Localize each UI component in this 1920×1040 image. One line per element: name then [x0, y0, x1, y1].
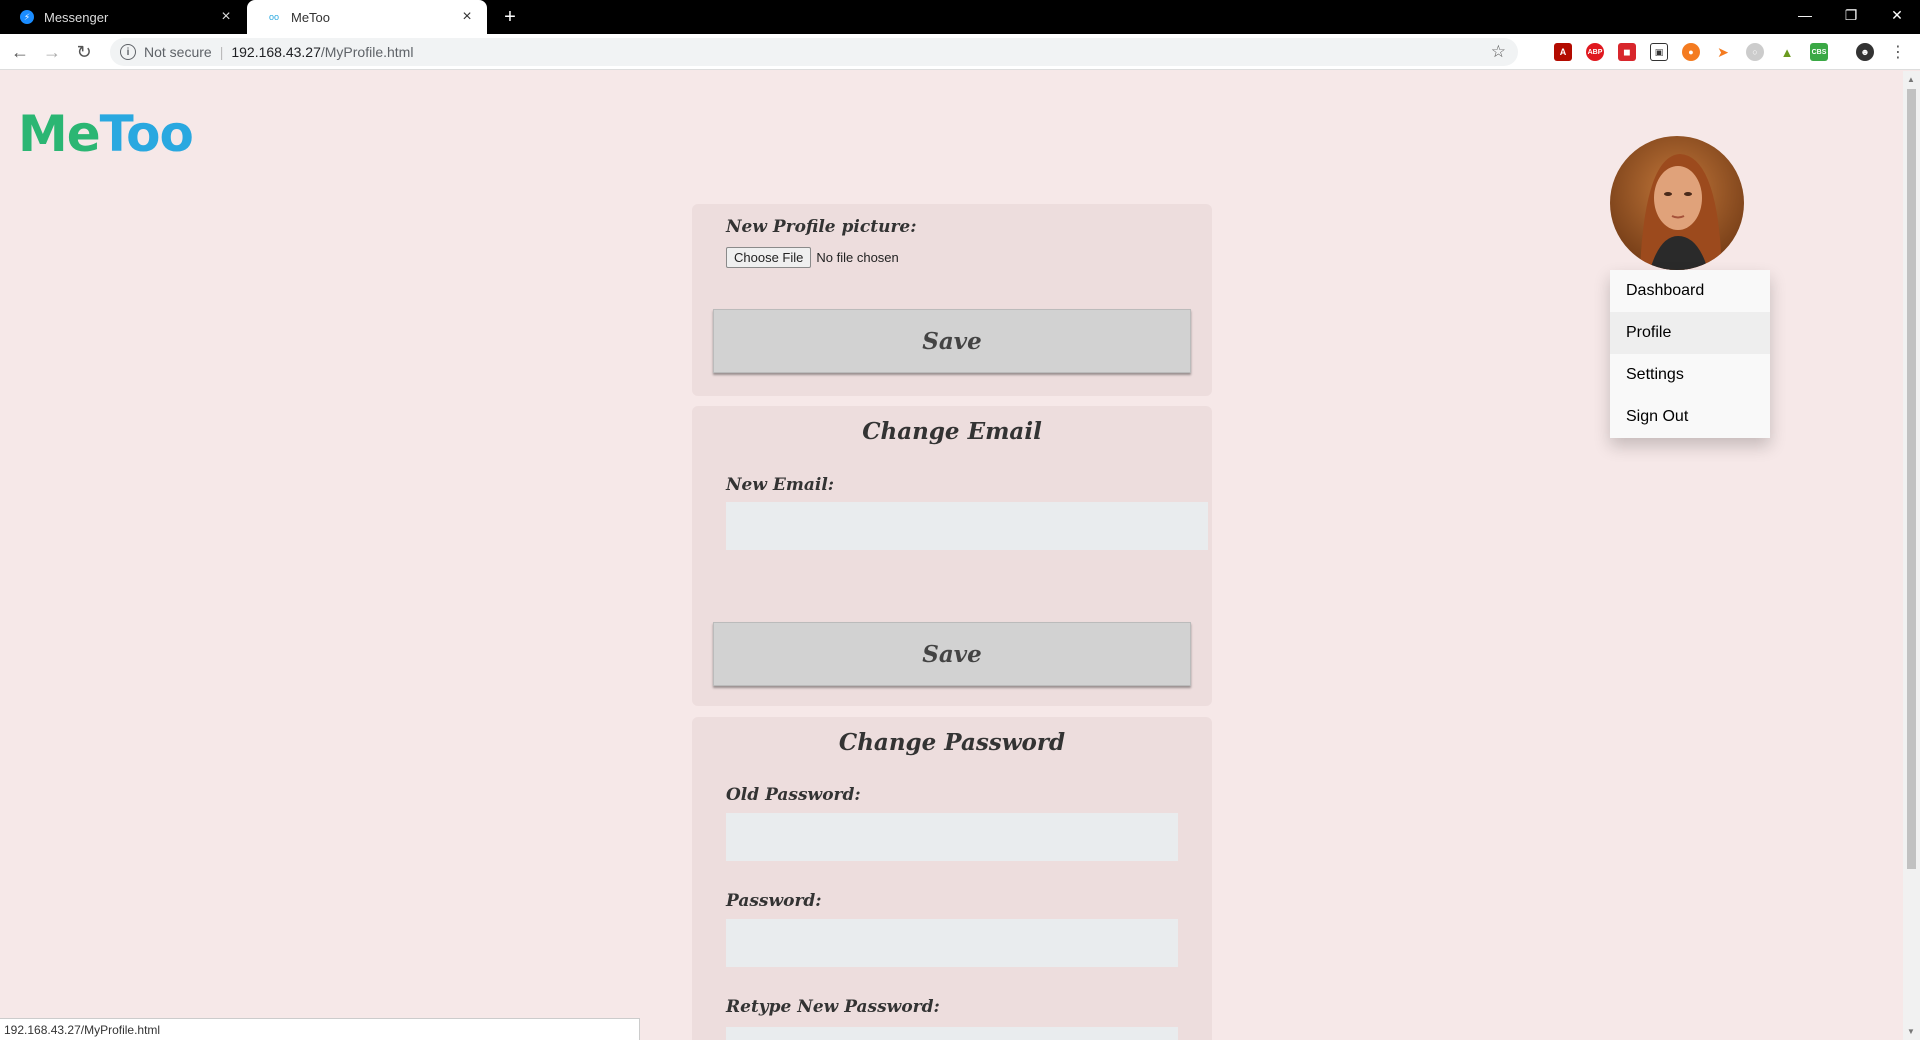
profile-picture-label: New Profile picture:: [726, 217, 917, 237]
browser-toolbar: ← → ↻ i Not secure | 192.168.43.27/MyPro…: [0, 34, 1920, 70]
acrobat-icon[interactable]: A: [1554, 43, 1572, 61]
page-scrollbar[interactable]: ▲ ▼: [1903, 71, 1920, 1040]
menu-item-sign-out[interactable]: Sign Out: [1610, 396, 1770, 438]
page: MeToo Dashboard Profile Settings Sign Ou…: [0, 71, 1920, 1040]
change-email-title: Change Email: [862, 418, 1042, 445]
choose-file-button[interactable]: Choose File: [726, 247, 812, 268]
info-icon[interactable]: i: [120, 44, 136, 60]
menu-item-settings[interactable]: Settings: [1610, 354, 1770, 396]
divider: |: [219, 44, 224, 60]
password-label: Password:: [726, 891, 822, 911]
metoo-logo[interactable]: MeToo: [18, 105, 194, 163]
tab-title: MeToo: [291, 9, 331, 25]
change-password-card: Change Password Old Password: Password: …: [692, 717, 1212, 1040]
extension-red-icon[interactable]: ◼: [1618, 43, 1636, 61]
abp-icon[interactable]: ABP: [1586, 43, 1604, 61]
old-password-input[interactable]: [726, 813, 1178, 861]
avatar-image: [1610, 136, 1744, 270]
save-picture-button[interactable]: Save: [713, 309, 1191, 373]
profile-picture-card: New Profile picture: Choose File No file…: [692, 204, 1212, 396]
menu-dots-icon[interactable]: ⋮: [1884, 38, 1912, 66]
reload-icon[interactable]: ↻: [70, 38, 98, 66]
retype-password-input[interactable]: [726, 1027, 1178, 1040]
extension-orange-icon[interactable]: ●: [1682, 43, 1700, 61]
password-input[interactable]: [726, 919, 1178, 967]
status-bar: 192.168.43.27/MyProfile.html: [0, 1018, 640, 1040]
extension-gray-icon[interactable]: ○: [1746, 43, 1764, 61]
scrollbar-thumb[interactable]: [1907, 89, 1916, 869]
extension-green-icon[interactable]: ▲: [1778, 43, 1796, 61]
messenger-icon: ⚡: [20, 10, 34, 24]
box-icon[interactable]: ▣: [1650, 43, 1668, 61]
bookmark-star-icon[interactable]: ☆: [1491, 42, 1506, 62]
tab-messenger[interactable]: ⚡ Messenger ×: [0, 0, 246, 34]
avatar[interactable]: [1610, 136, 1744, 270]
menu-item-dashboard[interactable]: Dashboard: [1610, 270, 1770, 312]
scroll-down-icon[interactable]: ▼: [1907, 1027, 1915, 1036]
file-input[interactable]: Choose File No file chosen: [726, 247, 899, 268]
user-profile-icon[interactable]: ☻: [1856, 43, 1874, 61]
old-password-label: Old Password:: [726, 785, 861, 805]
close-tab-icon[interactable]: ×: [459, 8, 475, 26]
metoo-favicon-icon: oo: [268, 12, 279, 22]
address-bar[interactable]: i Not secure | 192.168.43.27/MyProfile.h…: [110, 38, 1518, 66]
back-icon[interactable]: ←: [6, 38, 34, 66]
fox-icon[interactable]: ➤: [1714, 43, 1732, 61]
scroll-up-icon[interactable]: ▲: [1907, 75, 1915, 84]
forward-icon[interactable]: →: [38, 38, 66, 66]
profile-dropdown-menu: Dashboard Profile Settings Sign Out: [1610, 270, 1770, 438]
close-window-icon[interactable]: ✕: [1874, 0, 1920, 30]
logo-me: Me: [18, 105, 101, 163]
tab-metoo[interactable]: oo MeToo ×: [247, 0, 487, 34]
new-email-input[interactable]: [726, 502, 1208, 550]
close-tab-icon[interactable]: ×: [218, 8, 234, 26]
logo-too: Too: [99, 105, 194, 163]
security-label: Not secure: [144, 44, 212, 60]
restore-icon[interactable]: ❐: [1828, 0, 1874, 30]
new-tab-button[interactable]: +: [498, 5, 522, 29]
minimize-icon[interactable]: —: [1782, 0, 1828, 30]
save-email-button[interactable]: Save: [713, 622, 1191, 686]
retype-password-label: Retype New Password:: [726, 997, 940, 1017]
menu-item-profile[interactable]: Profile: [1610, 312, 1770, 354]
new-email-label: New Email:: [726, 475, 835, 495]
url-path: /MyProfile.html: [320, 44, 414, 60]
no-file-text: No file chosen: [816, 250, 899, 265]
tab-title: Messenger: [44, 9, 109, 25]
change-email-card: Change Email New Email: Save: [692, 406, 1212, 706]
change-password-title: Change Password: [838, 729, 1066, 756]
tab-bar: ⚡ Messenger × oo MeToo × + — ❐ ✕: [0, 0, 1920, 34]
cbs-icon[interactable]: CBS: [1810, 43, 1828, 61]
url-host: 192.168.43.27: [231, 44, 321, 60]
